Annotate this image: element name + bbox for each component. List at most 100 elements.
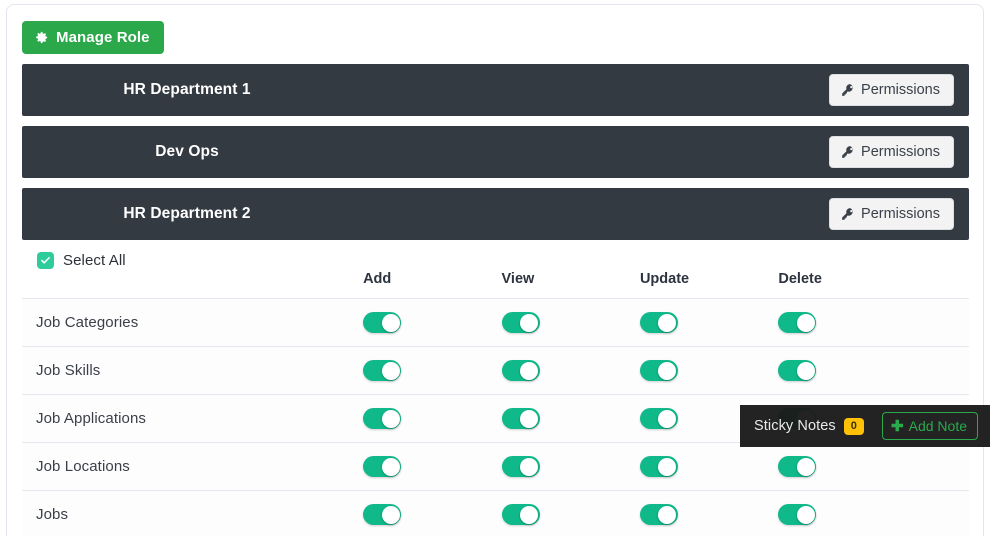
department-header-1[interactable]: Dev Ops Permissions — [22, 126, 969, 178]
key-icon — [841, 145, 855, 159]
sticky-notes-bar[interactable]: Sticky Notes 0 ✚ Add Note — [740, 405, 990, 447]
permission-cell — [640, 299, 778, 347]
permission-cell — [778, 443, 969, 491]
module-name: Jobs — [22, 491, 363, 536]
permission-cell — [640, 443, 778, 491]
manage-role-button[interactable]: Manage Role — [22, 21, 164, 54]
toggle-knob — [658, 410, 676, 428]
department-title: HR Department 2 — [123, 205, 250, 223]
department-header-0[interactable]: HR Department 1 Permissions — [22, 64, 969, 116]
toggle-knob — [382, 506, 400, 524]
toggle-view[interactable] — [502, 312, 540, 333]
department-title: Dev Ops — [155, 143, 219, 161]
permission-cell — [363, 491, 501, 536]
column-header-update: Update — [640, 240, 778, 299]
permission-cell — [363, 443, 501, 491]
toggle-knob — [797, 362, 815, 380]
permission-cell — [640, 491, 778, 536]
toggle-add[interactable] — [363, 408, 401, 429]
sticky-notes-label: Sticky Notes — [754, 418, 836, 434]
toggle-knob — [658, 458, 676, 476]
toggle-add[interactable] — [363, 360, 401, 381]
permissions-button-0[interactable]: Permissions — [829, 74, 954, 107]
permission-cell — [640, 347, 778, 395]
department-title-wrap-1: Dev Ops — [22, 143, 352, 161]
department-title-wrap-0: HR Department 1 — [22, 81, 352, 99]
header-row: Select All Add View Update Delete — [22, 240, 969, 299]
permissions-label: Permissions — [861, 82, 940, 99]
module-name: Job Skills — [22, 347, 363, 395]
column-header-view: View — [502, 240, 640, 299]
table-row: Jobs — [22, 491, 969, 536]
permission-matrix-head: Select All Add View Update Delete — [22, 240, 969, 299]
permission-cell — [778, 299, 969, 347]
toggle-delete[interactable] — [778, 312, 816, 333]
page-root: Manage Role HR Department 1 Permissions — [0, 0, 990, 536]
toggle-knob — [658, 314, 676, 332]
permission-matrix: Select All Add View Update Delete Job Ca… — [22, 240, 969, 536]
toggle-update[interactable] — [640, 312, 678, 333]
toggle-knob — [520, 314, 538, 332]
card-body: Manage Role HR Department 1 Permissions — [7, 5, 983, 536]
plus-icon: ✚ — [891, 419, 904, 434]
toggle-knob — [382, 410, 400, 428]
toggle-update[interactable] — [640, 408, 678, 429]
sticky-notes-count-badge: 0 — [844, 418, 864, 435]
add-note-button[interactable]: ✚ Add Note — [882, 412, 978, 440]
toggle-delete[interactable] — [778, 360, 816, 381]
toggle-knob — [382, 314, 400, 332]
toggle-knob — [520, 410, 538, 428]
select-all-label: Select All — [63, 252, 126, 269]
manage-role-label: Manage Role — [56, 30, 150, 45]
toggle-knob — [382, 362, 400, 380]
toggle-view[interactable] — [502, 360, 540, 381]
column-header-add: Add — [363, 240, 501, 299]
table-row: Job Locations — [22, 443, 969, 491]
permission-cell — [778, 491, 969, 536]
permission-cell — [363, 299, 501, 347]
toggle-update[interactable] — [640, 456, 678, 477]
toggle-update[interactable] — [640, 360, 678, 381]
toggle-delete[interactable] — [778, 504, 816, 525]
toggle-knob — [520, 362, 538, 380]
key-icon — [841, 83, 855, 97]
permissions-label: Permissions — [861, 144, 940, 161]
select-all-checkbox[interactable] — [37, 252, 54, 269]
permissions-button-2[interactable]: Permissions — [829, 198, 954, 231]
permissions-card: Manage Role HR Department 1 Permissions — [6, 4, 984, 536]
toggle-knob — [797, 506, 815, 524]
toggle-add[interactable] — [363, 504, 401, 525]
table-row: Job Skills — [22, 347, 969, 395]
toggle-knob — [797, 314, 815, 332]
department-title-wrap-2: HR Department 2 — [22, 205, 352, 223]
key-icon — [841, 207, 855, 221]
permission-cell — [363, 347, 501, 395]
column-header-delete: Delete — [778, 240, 969, 299]
toggle-add[interactable] — [363, 312, 401, 333]
toggle-knob — [520, 458, 538, 476]
toggle-knob — [520, 506, 538, 524]
permissions-button-1[interactable]: Permissions — [829, 136, 954, 169]
permissions-label: Permissions — [861, 206, 940, 223]
module-name: Job Categories — [22, 299, 363, 347]
toggle-knob — [382, 458, 400, 476]
permission-cell — [502, 395, 640, 443]
select-all-cell: Select All — [22, 240, 363, 299]
toggle-knob — [658, 506, 676, 524]
toggle-view[interactable] — [502, 408, 540, 429]
permission-cell — [502, 347, 640, 395]
department-header-2[interactable]: HR Department 2 Permissions — [22, 188, 969, 240]
toggle-view[interactable] — [502, 504, 540, 525]
permission-cell — [778, 347, 969, 395]
toggle-delete[interactable] — [778, 456, 816, 477]
toggle-knob — [797, 458, 815, 476]
toggle-update[interactable] — [640, 504, 678, 525]
select-all-control[interactable]: Select All — [37, 252, 363, 269]
permission-cell — [502, 491, 640, 536]
department-title: HR Department 1 — [123, 81, 250, 99]
toggle-add[interactable] — [363, 456, 401, 477]
add-note-label: Add Note — [909, 418, 967, 434]
permission-cell — [502, 443, 640, 491]
module-name: Job Applications — [22, 395, 363, 443]
toggle-view[interactable] — [502, 456, 540, 477]
